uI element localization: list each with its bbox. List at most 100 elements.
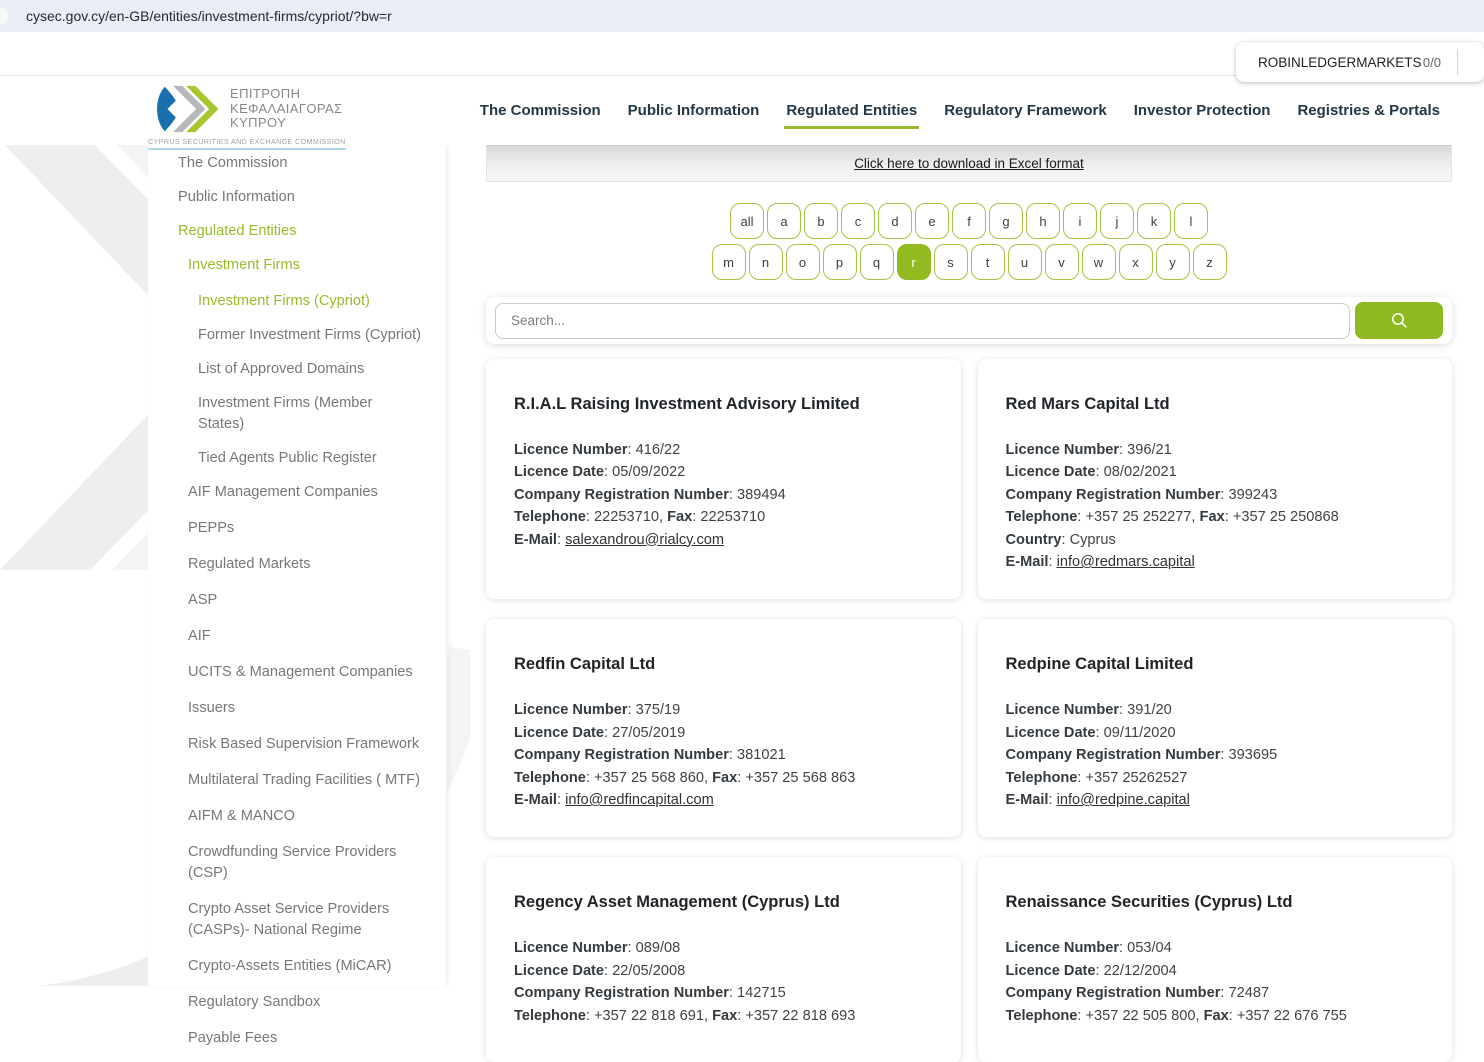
- sidebar-item-public-information[interactable]: Public Information: [148, 187, 446, 208]
- field-label: Fax: [667, 509, 692, 525]
- letter-filter-k[interactable]: k: [1137, 203, 1171, 239]
- sidebar-item-regulated-entities[interactable]: Regulated Entities: [148, 221, 446, 242]
- sidebar-item-crypto-asset-service-providers-casps-national-regime[interactable]: Crypto Asset Service Providers (CASPs)- …: [148, 899, 446, 941]
- letter-filter-y[interactable]: y: [1156, 244, 1190, 280]
- sidebar-item-multilateral-trading-facilities-mtf[interactable]: Multilateral Trading Facilities ( MTF): [148, 770, 446, 791]
- letter-filter-r[interactable]: r: [897, 244, 931, 280]
- field-label: Licence Number: [514, 702, 628, 718]
- sidebar-item-aif-management-companies[interactable]: AIF Management Companies: [148, 482, 446, 503]
- search-input[interactable]: [495, 303, 1350, 339]
- letter-filter-i[interactable]: i: [1063, 203, 1097, 239]
- field-label: Licence Date: [514, 725, 604, 741]
- letter-filter-f[interactable]: f: [952, 203, 986, 239]
- letter-filter-q[interactable]: q: [860, 244, 894, 280]
- letter-filter-s[interactable]: s: [934, 244, 968, 280]
- letter-filter-u[interactable]: u: [1008, 244, 1042, 280]
- nav-regulated-entities[interactable]: Regulated Entities: [786, 102, 917, 119]
- entity-field: Licence Number: 416/22: [514, 439, 933, 461]
- entity-field: Licence Date: 09/11/2020: [1006, 722, 1425, 744]
- entity-field: Telephone: +357 25 568 860, Fax: +357 25…: [514, 767, 933, 789]
- entity-card: Red Mars Capital Ltd Licence Number: 396…: [978, 359, 1453, 599]
- letter-filter-j[interactable]: j: [1100, 203, 1134, 239]
- letter-filter-a[interactable]: a: [767, 203, 801, 239]
- entity-field: Telephone: +357 22 505 800, Fax: +357 22…: [1006, 1005, 1425, 1027]
- find-query-input[interactable]: ROBINLEDGERMARKETS: [1258, 55, 1422, 70]
- entity-field: Licence Date: 05/09/2022: [514, 461, 933, 483]
- browser-address-bar[interactable]: cysec.gov.cy/en-GB/entities/investment-f…: [0, 0, 1484, 32]
- field-label: Telephone: [1006, 1008, 1078, 1024]
- field-label: E-Mail: [514, 792, 557, 808]
- letter-filter-n[interactable]: n: [749, 244, 783, 280]
- letter-filter-w[interactable]: w: [1082, 244, 1116, 280]
- cysec-logo[interactable]: ΕΠΙΤΡΟΠΗ ΚΕΦΑΛΑΙΑΓΟΡΑΣ ΚΥΠΡΟΥ CYPRUS SEC…: [148, 84, 346, 150]
- email-link[interactable]: info@redfincapital.com: [565, 792, 714, 808]
- sidebar-item-tied-agents-public-register[interactable]: Tied Agents Public Register: [148, 448, 446, 469]
- letter-filter-e[interactable]: e: [915, 203, 949, 239]
- entity-fields: Licence Number: 416/22Licence Date: 05/0…: [514, 439, 933, 551]
- field-label: Licence Date: [1006, 725, 1096, 741]
- alphabet-filter: allabcdefghijkl mnopqrstuvwxyz: [486, 203, 1452, 280]
- letter-filter-d[interactable]: d: [878, 203, 912, 239]
- sidebar-item-risk-based-supervision-framework[interactable]: Risk Based Supervision Framework: [148, 734, 446, 755]
- letter-filter-x[interactable]: x: [1119, 244, 1153, 280]
- letter-filter-p[interactable]: p: [823, 244, 857, 280]
- entity-cards-grid: R.I.A.L Raising Investment Advisory Limi…: [486, 359, 1452, 1062]
- letter-filter-m[interactable]: m: [712, 244, 746, 280]
- letter-filter-all[interactable]: all: [730, 203, 764, 239]
- nav-investor-protection[interactable]: Investor Protection: [1134, 102, 1271, 119]
- sidebar-item-list-of-approved-domains[interactable]: List of Approved Domains: [148, 359, 446, 380]
- field-label: Company Registration Number: [1006, 985, 1221, 1001]
- letter-filter-g[interactable]: g: [989, 203, 1023, 239]
- sidebar-item-issuers[interactable]: Issuers: [148, 698, 446, 719]
- letter-filter-t[interactable]: t: [971, 244, 1005, 280]
- sidebar-item-ucits-management-companies[interactable]: UCITS & Management Companies: [148, 662, 446, 683]
- email-link[interactable]: salexandrou@rialcy.com: [565, 532, 724, 548]
- letter-filter-v[interactable]: v: [1045, 244, 1079, 280]
- sidebar-item-crypto-assets-entities-micar[interactable]: Crypto-Assets Entities (MiCAR): [148, 956, 446, 977]
- find-in-page-bar[interactable]: ROBINLEDGERMARKETS 0/0: [1236, 42, 1484, 82]
- letter-filter-h[interactable]: h: [1026, 203, 1060, 239]
- entity-fields: Licence Number: 391/20Licence Date: 09/1…: [1006, 699, 1425, 811]
- letter-filter-c[interactable]: c: [841, 203, 875, 239]
- excel-download-link[interactable]: Click here to download in Excel format: [854, 156, 1084, 171]
- entity-name: Redfin Capital Ltd: [514, 655, 933, 674]
- field-label: Licence Number: [514, 442, 628, 458]
- sidebar-item-former-investment-firms-cypriot[interactable]: Former Investment Firms (Cypriot): [148, 325, 446, 346]
- nav-registries-portals[interactable]: Registries & Portals: [1297, 102, 1440, 119]
- nav-public-information[interactable]: Public Information: [628, 102, 760, 119]
- nav-the-commission[interactable]: The Commission: [480, 102, 601, 119]
- sidebar-item-asp[interactable]: ASP: [148, 590, 446, 611]
- entity-card: Redpine Capital Limited Licence Number: …: [978, 619, 1453, 837]
- letter-filter-l[interactable]: l: [1174, 203, 1208, 239]
- sidebar-item-payable-fees[interactable]: Payable Fees: [148, 1028, 446, 1049]
- sidebar-item-aif[interactable]: AIF: [148, 626, 446, 647]
- sidebar-item-investment-firms-member-states[interactable]: Investment Firms (Member States): [148, 393, 446, 435]
- entity-field: Country: Cyprus: [1006, 529, 1425, 551]
- entity-field: Telephone: 22253710, Fax: 22253710: [514, 506, 933, 528]
- sidebar-item-regulatory-sandbox[interactable]: Regulatory Sandbox: [148, 992, 446, 1013]
- sidebar-item-investment-firms-cypriot[interactable]: Investment Firms (Cypriot): [148, 291, 446, 312]
- field-label: Fax: [1204, 1008, 1229, 1024]
- alphabet-row: allabcdefghijkl: [730, 203, 1208, 239]
- email-link[interactable]: info@redpine.capital: [1057, 792, 1190, 808]
- sidebar-item-crowdfunding-service-providers-csp[interactable]: Crowdfunding Service Providers (CSP): [148, 842, 446, 884]
- field-label: Fax: [712, 770, 737, 786]
- sidebar-item-investment-firms[interactable]: Investment Firms: [148, 255, 446, 276]
- sidebar-item-regulated-markets[interactable]: Regulated Markets: [148, 554, 446, 575]
- nav-regulatory-framework[interactable]: Regulatory Framework: [944, 102, 1107, 119]
- entity-field: Licence Number: 089/08: [514, 937, 933, 959]
- sidebar-item-pepps[interactable]: PEPPs: [148, 518, 446, 539]
- entity-field: Licence Number: 375/19: [514, 699, 933, 721]
- magnifier-icon: [1390, 311, 1409, 330]
- entity-name: Regency Asset Management (Cyprus) Ltd: [514, 893, 933, 912]
- search-button[interactable]: [1355, 302, 1443, 339]
- sidebar-item-aifm-manco[interactable]: AIFM & MANCO: [148, 806, 446, 827]
- sidebar-item-the-commission[interactable]: The Commission: [148, 153, 446, 174]
- letter-filter-o[interactable]: o: [786, 244, 820, 280]
- field-label: Licence Number: [514, 940, 628, 956]
- entity-field: Telephone: +357 22 818 691, Fax: +357 22…: [514, 1005, 933, 1027]
- email-link[interactable]: info@redmars.capital: [1057, 554, 1195, 570]
- excel-download-bar: Click here to download in Excel format: [486, 145, 1452, 182]
- letter-filter-z[interactable]: z: [1193, 244, 1227, 280]
- letter-filter-b[interactable]: b: [804, 203, 838, 239]
